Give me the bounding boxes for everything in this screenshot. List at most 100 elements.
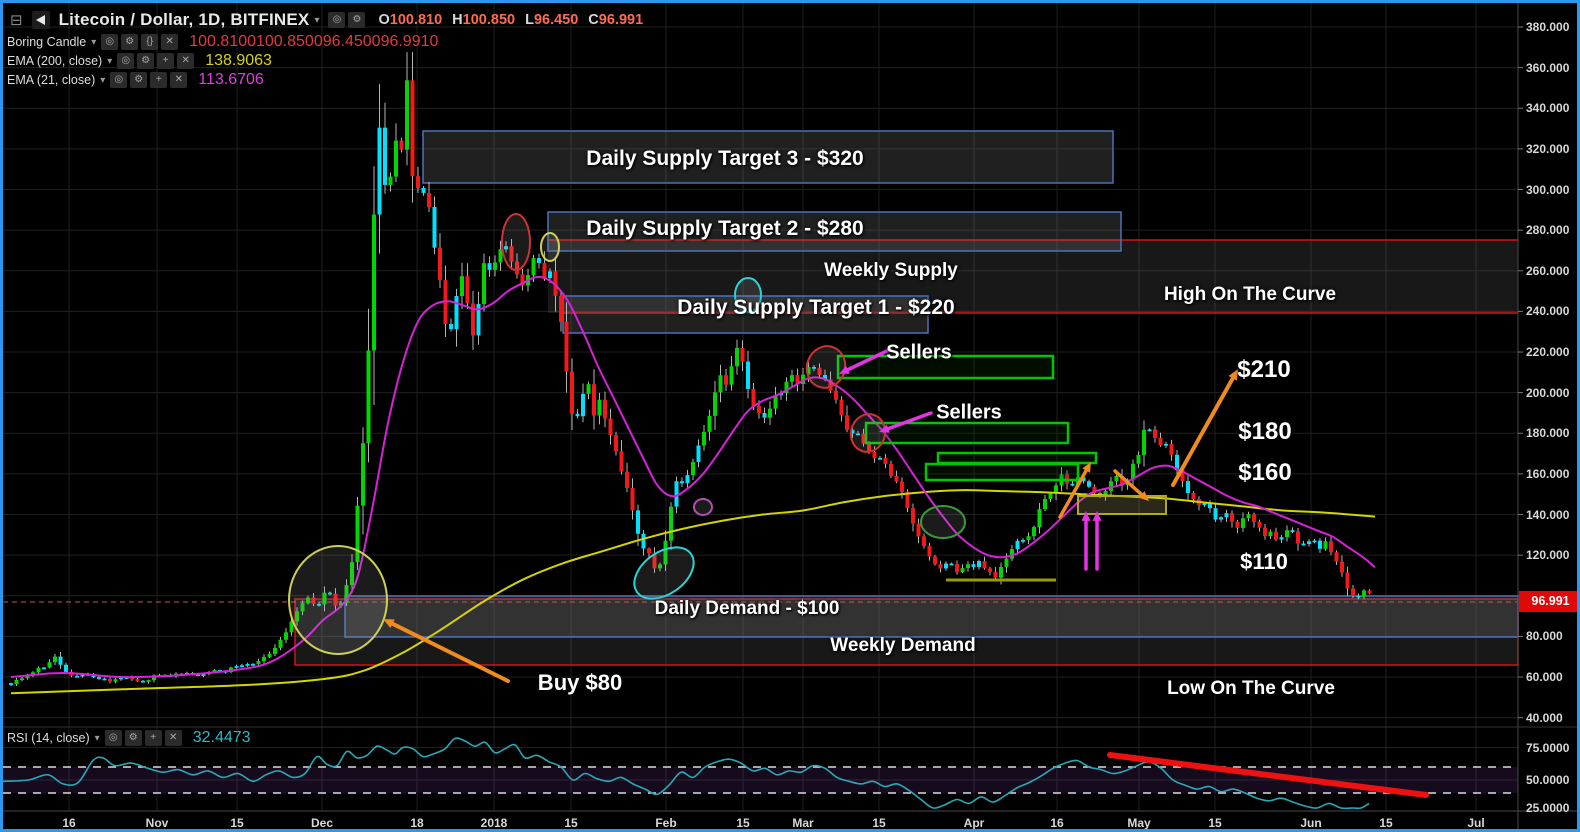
price-axis-label: 300.000 [1526, 182, 1570, 197]
add-icon[interactable]: + [150, 72, 168, 88]
indicator-row-boring-candle: Boring Candle ▾ ◎ ⚙{} ✕ 100.8100 100.8500 96.45… [7, 33, 438, 51]
candle-body [790, 375, 794, 382]
chevron-down-icon[interactable]: ▾ [95, 733, 100, 744]
candle-body [1037, 509, 1042, 528]
candle-body [647, 548, 651, 554]
candle-body [75, 675, 79, 678]
candle-body [1367, 590, 1372, 594]
annotation-price-target-180[interactable]: $180 [1238, 418, 1291, 446]
sellers-circle-1[interactable] [801, 341, 851, 393]
close-icon[interactable]: ✕ [161, 34, 179, 50]
indicator-name[interactable]: RSI (14, close) [7, 731, 90, 745]
ohlc-key: C [588, 12, 599, 28]
candle-body [938, 564, 943, 569]
time-axis-label: 15 [872, 816, 886, 830]
eye-icon[interactable]: ◎ [101, 34, 119, 50]
annotation-low-on-the-curve[interactable]: Low On The Curve [1167, 678, 1335, 700]
eye-icon[interactable]: ◎ [328, 12, 346, 28]
candle-body [1213, 508, 1218, 520]
candle-body [834, 390, 838, 400]
candle-body [685, 475, 690, 484]
annotation-high-on-the-curve[interactable]: High On The Curve [1164, 284, 1336, 306]
supply-retest-circle-yellow[interactable] [540, 232, 560, 262]
collapse-panel-icon[interactable]: ⊟ [10, 11, 23, 29]
candle-body [1015, 540, 1020, 550]
buy-zone-circle[interactable] [288, 545, 388, 655]
eye-icon[interactable]: ◎ [117, 53, 135, 69]
annotation-sellers-2[interactable]: Sellers [936, 402, 1002, 425]
indicator-name[interactable]: EMA (21, close) [7, 73, 95, 87]
candle-body [724, 375, 728, 385]
gear-icon[interactable]: ⚙ [130, 72, 148, 88]
chart-canvas[interactable] [3, 3, 1580, 832]
candle-body [603, 399, 607, 419]
supply-retest-circle-red[interactable] [501, 213, 531, 271]
ohlc-key: L [525, 12, 534, 28]
candle-body [1307, 541, 1311, 545]
annotation-weekly-demand[interactable]: Weekly Demand [830, 635, 975, 657]
eye-icon[interactable]: ◎ [104, 730, 122, 746]
indicator-name[interactable]: EMA (200, close) [7, 54, 102, 68]
annotation-price-target-160[interactable]: $160 [1238, 459, 1291, 487]
green-supply-box[interactable] [936, 451, 1098, 465]
price-axis-label: 120.000 [1526, 548, 1570, 563]
target-210-arrow[interactable] [1171, 375, 1236, 487]
close-icon[interactable]: ✕ [170, 72, 188, 88]
candle-body [1334, 552, 1339, 562]
chevron-down-icon[interactable]: ▾ [314, 15, 319, 26]
annotation-price-level-110[interactable]: $110 [1240, 549, 1288, 575]
annotation-price-target-210[interactable]: $210 [1237, 356, 1290, 384]
candle-body [1345, 572, 1350, 589]
source-icon[interactable]: {} [141, 34, 159, 50]
eye-icon[interactable]: ◎ [110, 72, 128, 88]
annotation-sellers-1[interactable]: Sellers [886, 342, 952, 365]
green-supply-box[interactable] [924, 462, 1080, 482]
chevron-down-icon[interactable]: ▾ [91, 37, 96, 48]
sellers-circle-2[interactable] [847, 410, 890, 456]
candle-body [702, 431, 706, 446]
candle-body [1191, 492, 1196, 500]
candle-body [971, 564, 976, 567]
candle-body [284, 632, 288, 640]
candle-body [278, 639, 283, 648]
gear-icon[interactable]: ⚙ [124, 730, 142, 746]
indicator-values: 100.8100 100.8500 96.4500 96.9910 [189, 33, 438, 51]
small-purple-circle[interactable] [693, 498, 713, 516]
candle-body [108, 679, 112, 682]
annotation-daily-supply-target-2[interactable]: Daily Supply Target 2 - $280 [586, 217, 863, 241]
candle-body [273, 647, 277, 654]
annotation-daily-supply-target-1[interactable]: Daily Supply Target 1 - $220 [677, 296, 954, 320]
annotation-buy-80[interactable]: Buy $80 [538, 670, 622, 696]
ohlc-readout: O 100.810 H 100.850 L 96.450 C 96.991 [378, 12, 643, 28]
close-icon[interactable]: ✕ [177, 53, 195, 69]
chevron-down-icon[interactable]: ▾ [107, 56, 112, 67]
close-icon[interactable]: ✕ [164, 730, 182, 746]
candle-body [1351, 588, 1355, 596]
gear-icon[interactable]: ⚙ [348, 12, 366, 28]
annotation-weekly-supply[interactable]: Weekly Supply [824, 260, 958, 282]
base-circle-green[interactable] [920, 505, 966, 539]
chevron-down-icon[interactable]: ▾ [100, 75, 105, 86]
indicator-name[interactable]: Boring Candle [7, 35, 86, 49]
khaki-consolidation-box[interactable] [1077, 495, 1167, 515]
candle-body [713, 392, 717, 416]
time-axis-label: Mar [792, 816, 814, 830]
candle-body [1142, 429, 1146, 455]
price-axis-label: 280.000 [1526, 223, 1570, 238]
candle-body [234, 666, 239, 668]
candle-body [1070, 483, 1075, 486]
gear-icon[interactable]: ⚙ [121, 34, 139, 50]
symbol-title[interactable]: Litecoin / Dollar, 1D, BITFINEX [59, 10, 310, 30]
gear-icon[interactable]: ⚙ [137, 53, 155, 69]
candle-body [14, 679, 19, 685]
candle-body [1257, 521, 1262, 528]
candle-body [977, 561, 981, 567]
candle-body [262, 656, 266, 661]
candle-body [740, 347, 745, 362]
candle-body [97, 677, 101, 679]
add-icon[interactable]: + [157, 53, 175, 69]
add-icon[interactable]: + [144, 730, 162, 746]
annotation-daily-demand[interactable]: Daily Demand - $100 [655, 598, 840, 620]
candle-body [493, 262, 497, 270]
annotation-daily-supply-target-3[interactable]: Daily Supply Target 3 - $320 [586, 147, 863, 171]
